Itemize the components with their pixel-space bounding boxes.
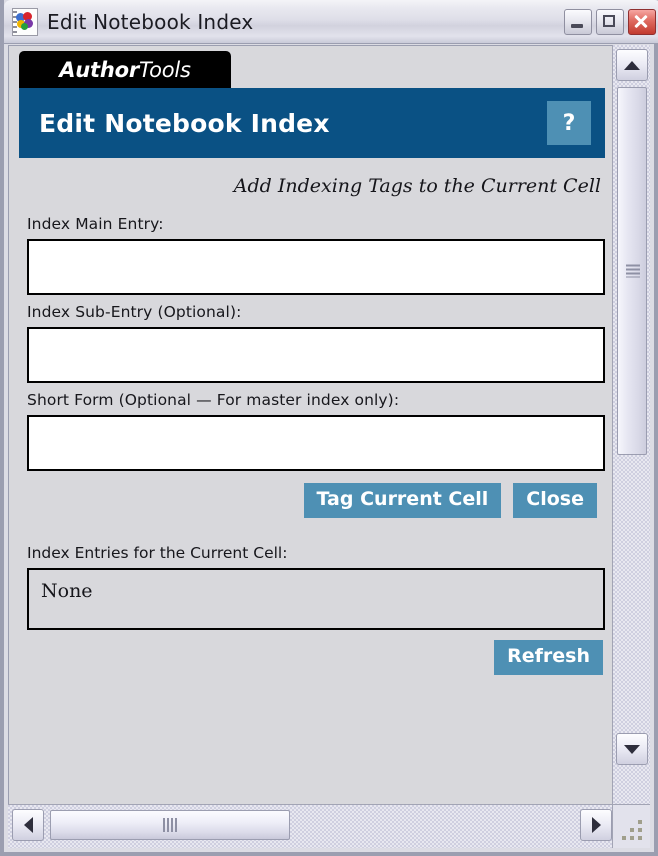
authortools-label: AuthorTools	[59, 58, 191, 82]
close-button[interactable]: Close	[513, 483, 597, 518]
scroll-down-button[interactable]	[616, 733, 648, 765]
title-bar[interactable]: Edit Notebook Index	[4, 0, 658, 44]
application-window: Edit Notebook Index AuthorTools Edit Not…	[0, 0, 658, 856]
maximize-icon	[603, 14, 615, 27]
notebook-content-area: AuthorTools Edit Notebook Index ? Add In…	[8, 45, 616, 805]
resize-grip-icon[interactable]	[612, 804, 650, 848]
index-entries-label: Index Entries for the Current Cell:	[27, 543, 288, 562]
brand-name-light: Tools	[139, 57, 191, 82]
index-sub-entry-input[interactable]	[27, 327, 605, 383]
action-button-row: Tag Current Cell Close	[19, 483, 597, 518]
subtitle-row: Add Indexing Tags to the Current Cell	[19, 158, 605, 207]
help-button[interactable]: ?	[547, 101, 591, 145]
notebook-page: AuthorTools Edit Notebook Index ? Add In…	[9, 46, 615, 693]
refresh-button-row: Refresh	[19, 639, 603, 675]
vertical-scrollbar[interactable]	[612, 45, 650, 805]
form-body: Add Indexing Tags to the Current Cell In…	[9, 158, 615, 693]
minimize-button[interactable]	[564, 8, 592, 35]
short-form-input[interactable]	[27, 415, 605, 471]
authortools-tab[interactable]: AuthorTools	[19, 51, 231, 88]
horizontal-scrollbar-thumb[interactable]	[50, 810, 290, 840]
close-window-button[interactable]	[628, 8, 656, 35]
scroll-right-button[interactable]	[580, 809, 612, 841]
maximize-button[interactable]	[596, 8, 624, 35]
minimize-icon	[571, 23, 583, 28]
window-title: Edit Notebook Index	[47, 9, 254, 34]
index-main-entry-input[interactable]	[27, 239, 605, 295]
horizontal-scrollbar[interactable]	[8, 804, 616, 848]
vertical-scrollbar-thumb[interactable]	[617, 87, 647, 455]
grip-lines-icon	[626, 264, 640, 278]
notebook-icon	[12, 7, 38, 36]
refresh-button[interactable]: Refresh	[494, 639, 603, 675]
index-main-entry-label: Index Main Entry:	[27, 215, 164, 233]
form-subtitle: Add Indexing Tags to the Current Cell	[233, 175, 601, 197]
index-entries-output: None	[27, 567, 605, 630]
grip-lines-icon	[163, 818, 177, 832]
page-title: Edit Notebook Index	[39, 108, 330, 138]
chevron-up-icon	[624, 60, 640, 70]
chevron-left-icon	[23, 817, 33, 833]
chevron-right-icon	[591, 817, 601, 833]
tag-current-cell-button[interactable]: Tag Current Cell	[303, 483, 502, 518]
window-controls	[564, 8, 656, 35]
page-banner: Edit Notebook Index ?	[19, 88, 605, 158]
scroll-up-button[interactable]	[616, 49, 648, 81]
brand-name-bold: Author	[59, 57, 140, 82]
index-sub-entry-label: Index Sub-Entry (Optional):	[27, 303, 242, 321]
brand-bar: AuthorTools	[9, 46, 615, 88]
window-frame: Edit Notebook Index AuthorTools Edit Not…	[0, 0, 658, 856]
chevron-down-icon	[624, 744, 640, 754]
scroll-left-button[interactable]	[12, 809, 44, 841]
short-form-label: Short Form (Optional — For master index …	[27, 391, 400, 409]
